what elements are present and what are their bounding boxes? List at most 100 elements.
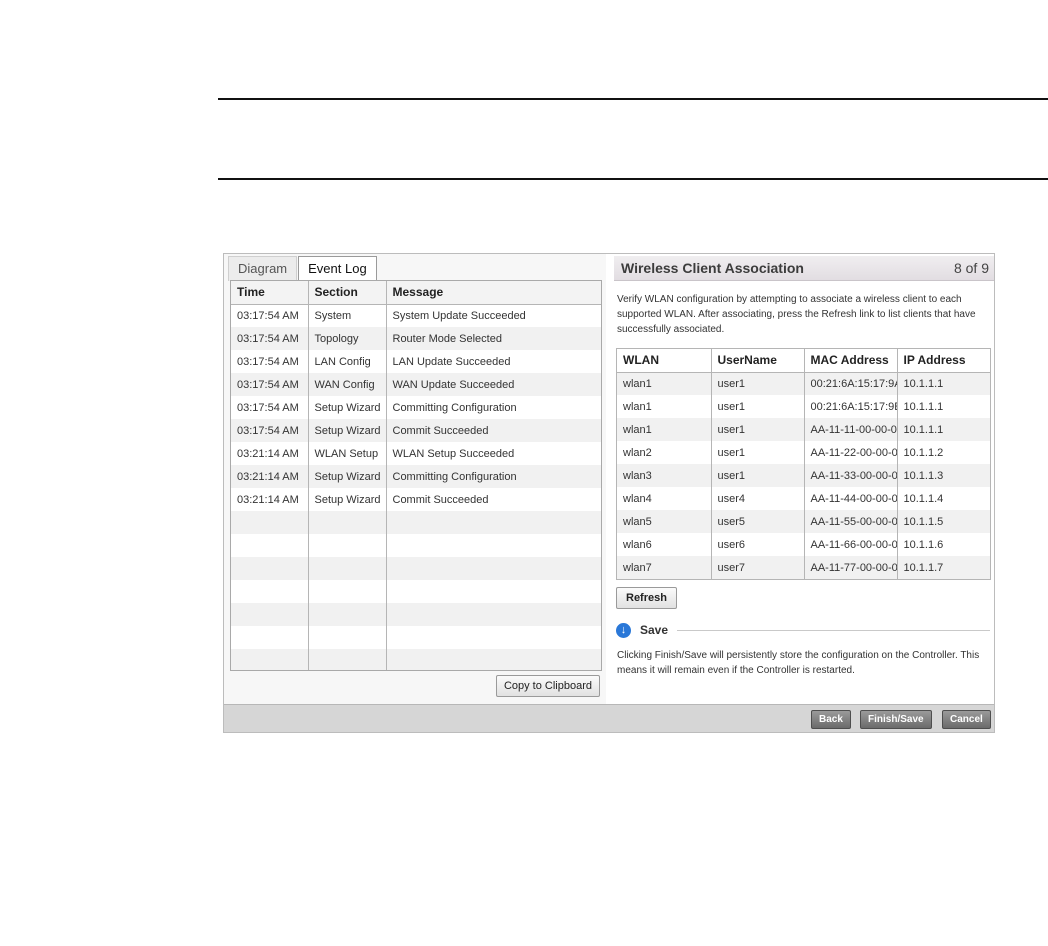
log-time-cell: 03:17:54 AM <box>231 396 309 419</box>
empty-cell <box>308 626 387 649</box>
empty-cell <box>308 580 387 603</box>
wlan-cell: wlan5 <box>617 510 712 533</box>
log-time-cell: 03:17:54 AM <box>231 327 309 350</box>
username-cell: user1 <box>711 395 805 418</box>
table-row[interactable]: 03:17:54 AM System System Update Succeeded <box>231 304 601 327</box>
username-cell: user6 <box>711 533 805 556</box>
table-row[interactable]: 03:17:54 AM LAN Config LAN Update Succeede… <box>231 350 601 373</box>
log-section-cell: Topology <box>308 327 387 350</box>
refresh-button[interactable]: Refresh <box>616 587 677 609</box>
table-row[interactable]: 03:17:54 AM Setup Wizard Committing Config… <box>231 396 601 419</box>
log-section-cell: Setup Wizard <box>308 465 387 488</box>
table-row[interactable]: 03:21:14 AM Setup Wizard Commit Succeeded <box>231 488 601 511</box>
wizard-footer: Back Finish/Save Cancel <box>224 704 994 732</box>
empty-cell <box>231 511 309 534</box>
username-cell: user7 <box>711 556 805 579</box>
log-message-cell: WAN Update Succeeded <box>386 373 601 396</box>
mac-address-cell: AA-11-44-00-00-0 <box>804 487 898 510</box>
page-title: Wireless Client Association <box>621 260 804 276</box>
column-header-wlan[interactable]: WLAN <box>617 349 712 373</box>
tab-diagram[interactable]: Diagram <box>228 256 298 281</box>
log-message-cell: System Update Succeeded <box>386 304 601 327</box>
step-indicator: 8 of 9 <box>953 260 989 276</box>
table-row[interactable]: 03:21:14 AM WLAN Setup WLAN Setup Succeede… <box>231 442 601 465</box>
log-time-cell: 03:21:14 AM <box>231 488 309 511</box>
empty-cell <box>308 511 387 534</box>
finish-save-button[interactable]: Finish/Save <box>860 710 932 729</box>
ip-address-cell: 10.1.1.4 <box>897 487 990 510</box>
tab-event-log[interactable]: Event Log <box>298 256 377 282</box>
mac-address-cell: AA-11-11-00-00-0 <box>804 418 898 441</box>
username-cell: user1 <box>711 418 805 441</box>
log-section-cell: Setup Wizard <box>308 488 387 511</box>
table-row[interactable]: wlan7 user7 AA-11-77-00-00-0 10.1.1.7 <box>617 556 990 579</box>
table-row[interactable]: wlan1 user1 00:21:6A:15:17:9A 10.1.1.1 <box>617 372 990 395</box>
empty-cell <box>386 649 601 670</box>
table-row[interactable]: 03:17:54 AM Topology Router Mode Selected <box>231 327 601 350</box>
log-time-cell: 03:17:54 AM <box>231 419 309 442</box>
save-section-header[interactable]: ↓ Save <box>616 621 990 639</box>
wlan-cell: wlan7 <box>617 556 712 579</box>
table-row[interactable]: wlan1 user1 AA-11-11-00-00-0 10.1.1.1 <box>617 418 990 441</box>
wlan-cell: wlan6 <box>617 533 712 556</box>
ip-address-cell: 10.1.1.2 <box>897 441 990 464</box>
log-message-cell: Router Mode Selected <box>386 327 601 350</box>
ip-address-cell: 10.1.1.1 <box>897 418 990 441</box>
mac-address-cell: AA-11-66-00-00-0 <box>804 533 898 556</box>
ip-address-cell: 10.1.1.3 <box>897 464 990 487</box>
back-button[interactable]: Back <box>811 710 851 729</box>
mac-address-cell: 00:21:6A:15:17:9A <box>804 372 898 395</box>
empty-cell <box>231 603 309 626</box>
mac-address-cell: 00:21:6A:15:17:9E <box>804 395 898 418</box>
column-header-mac-address[interactable]: MAC Address <box>804 349 898 373</box>
empty-cell <box>386 580 601 603</box>
table-row[interactable]: 03:17:54 AM WAN Config WAN Update Succeede… <box>231 373 601 396</box>
empty-cell <box>386 603 601 626</box>
empty-table-row <box>231 534 601 557</box>
empty-cell <box>231 557 309 580</box>
table-row[interactable]: wlan3 user1 AA-11-33-00-00-0 10.1.1.3 <box>617 464 990 487</box>
table-row[interactable]: wlan6 user6 AA-11-66-00-00-0 10.1.1.6 <box>617 533 990 556</box>
panel-tabs: Diagram Event Log <box>228 256 378 282</box>
column-header-username[interactable]: UserName <box>711 349 805 373</box>
log-message-cell: Committing Configuration <box>386 465 601 488</box>
log-time-cell: 03:21:14 AM <box>231 465 309 488</box>
empty-cell <box>386 557 601 580</box>
wlan-cell: wlan1 <box>617 372 712 395</box>
mac-address-cell: AA-11-33-00-00-0 <box>804 464 898 487</box>
column-header-section[interactable]: Section <box>308 281 387 305</box>
ip-address-cell: 10.1.1.6 <box>897 533 990 556</box>
bottom-rule <box>218 178 1048 180</box>
event-log-panel: Diagram Event Log Time Section Message 0… <box>224 254 606 704</box>
mac-address-cell: AA-11-77-00-00-0 <box>804 556 898 579</box>
table-row[interactable]: 03:17:54 AM Setup Wizard Commit Succeeded <box>231 419 601 442</box>
wizard-header: Wireless Client Association 8 of 9 <box>614 256 994 281</box>
column-header-message[interactable]: Message <box>386 281 601 305</box>
wizard-step-panel: Wireless Client Association 8 of 9 Verif… <box>612 254 994 704</box>
empty-table-row <box>231 511 601 534</box>
event-log-table: Time Section Message 03:17:54 AM System Sy… <box>230 280 602 671</box>
log-message-cell: Commit Succeeded <box>386 419 601 442</box>
table-row[interactable]: wlan2 user1 AA-11-22-00-00-0 10.1.1.2 <box>617 441 990 464</box>
wlan-cell: wlan2 <box>617 441 712 464</box>
copy-to-clipboard-button[interactable]: Copy to Clipboard <box>495 675 600 697</box>
column-header-ip-address[interactable]: IP Address <box>897 349 990 373</box>
wlan-cell: wlan1 <box>617 418 712 441</box>
column-header-time[interactable]: Time <box>231 281 309 305</box>
username-cell: user1 <box>711 372 805 395</box>
cancel-button[interactable]: Cancel <box>942 710 991 729</box>
table-row[interactable]: wlan1 user1 00:21:6A:15:17:9E 10.1.1.1 <box>617 395 990 418</box>
empty-cell <box>231 534 309 557</box>
wlan-cell: wlan3 <box>617 464 712 487</box>
down-arrow-circle-icon: ↓ <box>616 622 631 638</box>
table-row[interactable]: wlan4 user4 AA-11-44-00-00-0 10.1.1.4 <box>617 487 990 510</box>
table-row[interactable]: wlan5 user5 AA-11-55-00-00-0 10.1.1.5 <box>617 510 990 533</box>
table-row[interactable]: 03:21:14 AM Setup Wizard Committing Config… <box>231 465 601 488</box>
wlan-cell: wlan1 <box>617 395 712 418</box>
empty-cell <box>386 534 601 557</box>
empty-cell <box>308 534 387 557</box>
username-cell: user1 <box>711 464 805 487</box>
empty-cell <box>386 511 601 534</box>
setup-wizard-window: Diagram Event Log Time Section Message 0… <box>223 253 995 733</box>
empty-table-row <box>231 603 601 626</box>
